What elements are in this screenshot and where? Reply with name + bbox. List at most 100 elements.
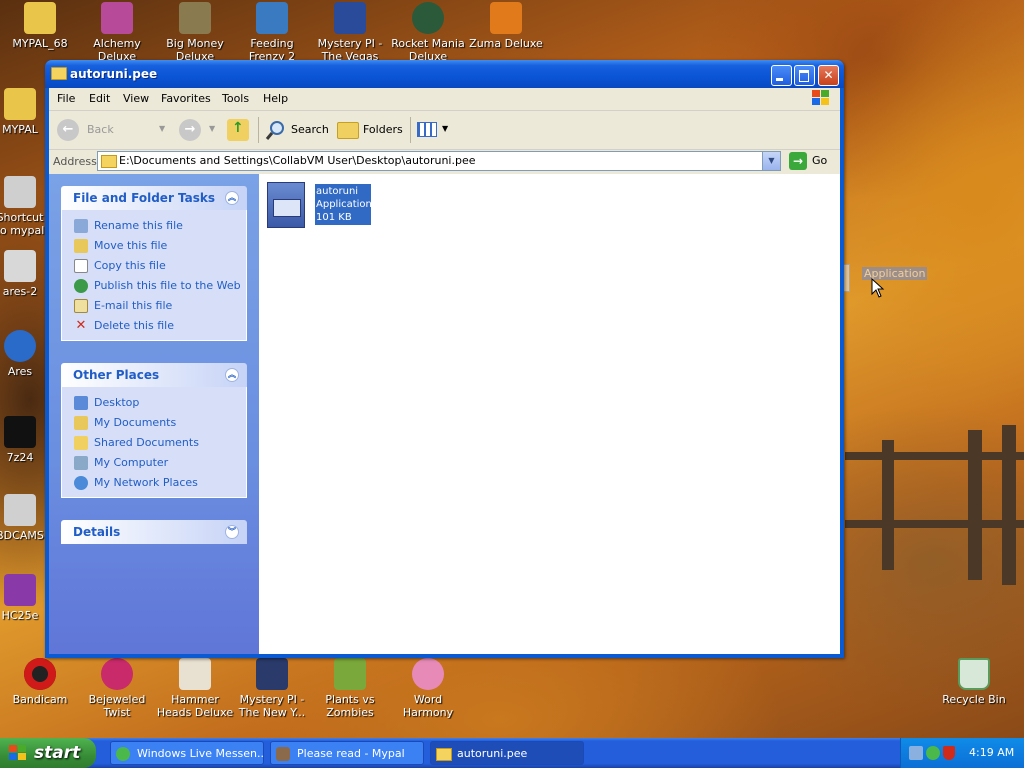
desktop-icon-mystery-pi-new[interactable]: Mystery PI - The New Y... (232, 658, 312, 719)
desktop-icon-ares[interactable]: Ares (0, 330, 50, 391)
desktop-icon-shortcut-mypal[interactable]: Shortcut to mypal (0, 176, 50, 237)
taskbar-button-mypal[interactable]: Please read - Mypal (270, 741, 424, 765)
task-publish[interactable]: Publish this file to the Web (62, 276, 246, 296)
maximize-button[interactable] (794, 65, 815, 86)
installer-icon (4, 494, 36, 526)
task-move[interactable]: Move this file (62, 236, 246, 256)
search-button[interactable]: Search (263, 118, 329, 142)
menu-help[interactable]: Help (263, 92, 288, 105)
desktop-icon-rocket-mania[interactable]: Rocket Mania Deluxe (388, 2, 468, 63)
alchemy-icon (101, 2, 133, 34)
desktop-icon-plants-vs-zombies[interactable]: Plants vs Zombies (310, 658, 390, 719)
back-button[interactable]: ← Back (55, 118, 125, 142)
menu-view[interactable]: View (123, 92, 149, 105)
desktop-icon-7z24[interactable]: 7z24 (0, 416, 50, 477)
place-label: My Network Places (94, 476, 198, 489)
system-tray: 4:19 AM (900, 738, 1024, 768)
minimize-icon (776, 78, 783, 81)
start-button[interactable]: start (0, 738, 96, 768)
menu-file[interactable]: File (57, 92, 75, 105)
place-my-documents[interactable]: My Documents (62, 413, 246, 433)
desktop-icon-word-harmony[interactable]: Word Harmony Deluxe (388, 658, 468, 719)
desktop-icon-label: Shortcut to mypal (0, 211, 45, 237)
views-icon (417, 122, 437, 137)
taskbar-button-messenger[interactable]: Windows Live Messen... (110, 741, 264, 765)
desktop-icon-bandicam[interactable]: Bandicam (0, 658, 80, 719)
desktop-icon-zuma[interactable]: Zuma Deluxe (466, 2, 546, 63)
desktop-icon-bejeweled-twist[interactable]: Bejeweled Twist (77, 658, 157, 719)
menu-edit[interactable]: Edit (89, 92, 110, 105)
taskbar-button-label: Windows Live Messen... (137, 747, 264, 760)
forward-dropdown-icon[interactable]: ▼ (209, 124, 215, 133)
desktop-icon-ares-2[interactable]: ares-2 (0, 250, 50, 311)
chevron-down-icon: ▼ (768, 156, 775, 165)
bandicam-icon (24, 658, 56, 690)
start-label: start (34, 743, 81, 763)
views-button[interactable]: ▼ (415, 119, 451, 141)
place-my-network-places[interactable]: My Network Places (62, 473, 246, 493)
other-places-header[interactable]: Other Places ︽ (61, 363, 247, 387)
minimize-button[interactable] (771, 65, 792, 86)
rename-icon (74, 219, 88, 233)
email-icon (74, 299, 88, 313)
task-copy[interactable]: Copy this file (62, 256, 246, 276)
group-title: Details (73, 525, 121, 539)
back-arrow-icon: ← (57, 119, 79, 141)
address-field[interactable]: E:\Documents and Settings\CollabVM User\… (97, 151, 781, 171)
back-dropdown-icon[interactable]: ▼ (159, 124, 165, 133)
clock[interactable]: 4:19 AM (969, 746, 1014, 759)
content-area[interactable]: File and Folder Tasks ︽ Rename this file… (49, 174, 840, 654)
desktop-icon-label: Bandicam (12, 693, 68, 706)
desktop-icon-feeding-frenzy[interactable]: Feeding Frenzy 2 Deluxe (232, 2, 312, 63)
messenger-tray-icon[interactable] (926, 746, 940, 760)
desktop-icon-hammer-heads[interactable]: Hammer Heads Deluxe (155, 658, 235, 719)
expand-icon[interactable]: ︾ (225, 525, 239, 539)
menu-favorites[interactable]: Favorites (161, 92, 211, 105)
zip-folder-icon (24, 2, 56, 34)
up-folder-button[interactable]: ↑ (227, 119, 249, 141)
collapse-icon[interactable]: ︽ (225, 191, 239, 205)
desktop-icon-mystery-pi[interactable]: Mystery PI - The Vegas (310, 2, 390, 63)
folders-button[interactable]: Folders (335, 118, 405, 142)
collapse-icon[interactable]: ︽ (225, 368, 239, 382)
place-shared-documents[interactable]: Shared Documents (62, 433, 246, 453)
taskbar-button-autoruni[interactable]: autoruni.pee (430, 741, 584, 765)
address-label: Address (53, 155, 97, 168)
menu-tools[interactable]: Tools (222, 92, 249, 105)
close-button[interactable]: ✕ (818, 65, 839, 86)
title-bar[interactable]: autoruni.pee ✕ (45, 60, 844, 88)
desktop-icon-big-money[interactable]: Big Money Deluxe (155, 2, 235, 63)
place-my-computer[interactable]: My Computer (62, 453, 246, 473)
messenger-icon (116, 747, 130, 761)
desktop-icon-recycle-bin[interactable]: Recycle Bin (934, 658, 1014, 719)
desktop-icon-hc25e[interactable]: HC25e (0, 574, 50, 635)
desktop-icon-mypal-68[interactable]: MYPAL_68 (0, 2, 80, 63)
address-bar: Address E:\Documents and Settings\Collab… (49, 150, 840, 174)
network-tray-icon[interactable] (909, 746, 923, 760)
task-email[interactable]: E-mail this file (62, 296, 246, 316)
file-folder-tasks-header[interactable]: File and Folder Tasks ︽ (61, 186, 247, 210)
plant-icon (334, 658, 366, 690)
address-value: E:\Documents and Settings\CollabVM User\… (119, 154, 476, 167)
toolbar-separator (410, 117, 411, 143)
toolbar: ← Back ▼ → ▼ ↑ Search Folders ▼ (49, 111, 840, 150)
task-label: Copy this file (94, 259, 166, 272)
desktop-icon-mypal[interactable]: MYPAL (0, 88, 50, 149)
windows-logo-icon (812, 90, 830, 107)
desktop-icon-alchemy[interactable]: Alchemy Deluxe (77, 2, 157, 63)
taskbar: start Windows Live Messen... Please read… (0, 738, 1024, 768)
task-rename[interactable]: Rename this file (62, 216, 246, 236)
security-shield-icon[interactable] (943, 746, 955, 760)
forward-button[interactable]: → (179, 119, 201, 141)
place-desktop[interactable]: Desktop (62, 393, 246, 413)
details-header[interactable]: Details ︾ (61, 520, 247, 544)
folders-label: Folders (363, 123, 403, 136)
task-delete[interactable]: ✕ Delete this file (62, 316, 246, 336)
money-bag-icon (179, 2, 211, 34)
address-dropdown-button[interactable]: ▼ (762, 152, 780, 170)
go-button[interactable]: → Go (789, 151, 833, 171)
rocket-icon (412, 2, 444, 34)
desktop-icon-bdcams[interactable]: BDCAMS (0, 494, 50, 555)
place-label: My Documents (94, 416, 177, 429)
explorer-window[interactable]: autoruni.pee ✕ File Edit View Favorites … (45, 60, 844, 658)
